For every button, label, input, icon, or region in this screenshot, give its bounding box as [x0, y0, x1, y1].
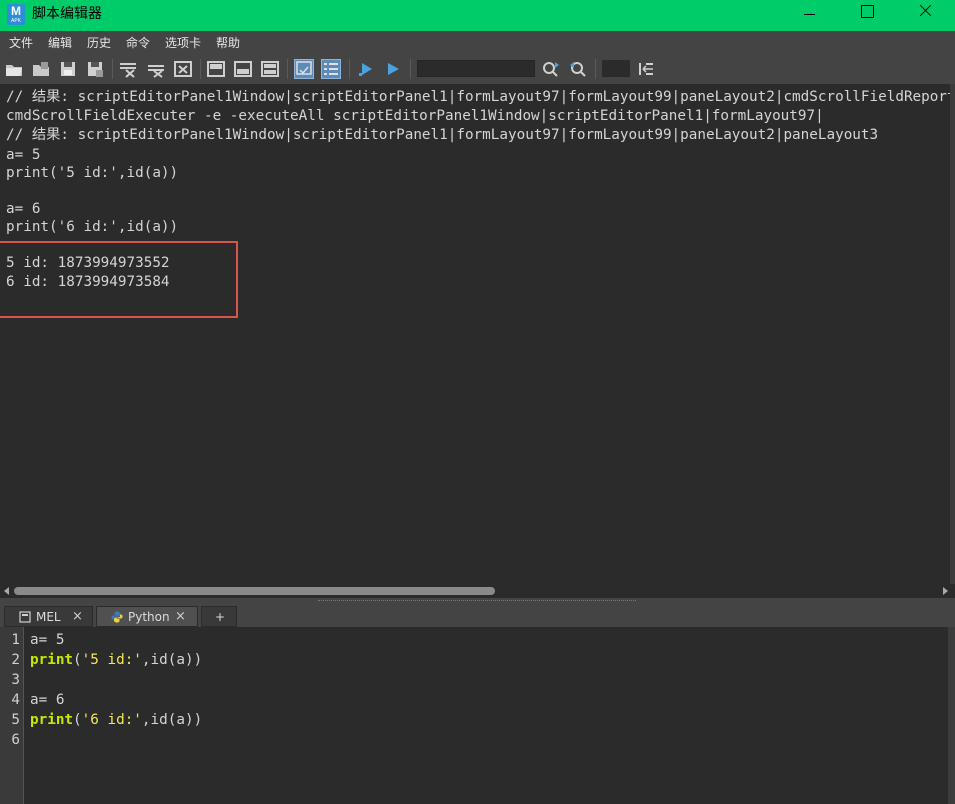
code-line-5: print('6 id:',id(a))	[30, 710, 202, 730]
history-line: print('5 id:',id(a))	[6, 165, 179, 181]
app-logo-icon: M APK	[7, 4, 25, 25]
line-number: 5	[11, 712, 20, 728]
line-number-gutter: 1 2 3 4 5 6	[0, 627, 24, 804]
code-text: (	[73, 652, 82, 668]
history-line: cmdScrollFieldExecuter -e -executeAll sc…	[6, 108, 824, 124]
maximize-button[interactable]	[843, 0, 891, 31]
save-script-icon[interactable]	[58, 59, 78, 79]
clear-history-icon[interactable]	[118, 59, 138, 79]
close-tab-mel-icon[interactable]: ×	[72, 609, 83, 625]
toolbar-separator	[410, 59, 411, 79]
toolbar	[0, 56, 955, 84]
script-input-editor[interactable]: 1 2 3 4 5 6 a= 5 print('5 id:',id(a)) a=…	[0, 627, 948, 804]
menu-help[interactable]: 帮助	[216, 36, 240, 50]
scrollbar-thumb[interactable]	[14, 587, 495, 595]
toolbar-separator	[112, 59, 113, 79]
add-tab-icon: +	[215, 610, 226, 624]
history-horizontal-scrollbar[interactable]	[0, 584, 955, 598]
close-button[interactable]	[901, 0, 949, 31]
code-keyword: print	[30, 652, 74, 668]
history-line: // 结果: scriptEditorPanel1Window|scriptEd…	[6, 127, 879, 143]
line-number: 4	[11, 692, 20, 708]
clear-all-icon[interactable]	[173, 59, 193, 79]
history-line: a= 5	[6, 147, 41, 163]
code-text: ,id(a))	[141, 652, 203, 668]
splitter-grip[interactable]	[318, 600, 636, 601]
search-input[interactable]	[417, 60, 535, 77]
goto-line-icon[interactable]	[636, 59, 656, 79]
editor-vertical-scrollbar[interactable]	[948, 627, 955, 804]
tab-python[interactable]: Python ×	[96, 606, 198, 627]
history-line: print('6 id:',id(a))	[6, 219, 179, 235]
code-text: a= 5	[30, 632, 65, 648]
line-number: 1	[11, 632, 20, 648]
toolbar-separator	[349, 59, 350, 79]
code-line-1: a= 5	[30, 630, 64, 650]
execute-all-icon[interactable]	[383, 59, 403, 79]
goto-line-field[interactable]	[602, 60, 630, 77]
history-panel[interactable]: // 结果: scriptEditorPanel1Window|scriptEd…	[0, 84, 950, 584]
toolbar-separator	[200, 59, 201, 79]
menu-edit[interactable]: 编辑	[48, 36, 72, 50]
toolbar-separator	[595, 59, 596, 79]
save-as-shelf-icon[interactable]	[85, 59, 105, 79]
code-text: ,id(a))	[141, 712, 203, 728]
line-number: 2	[11, 652, 20, 668]
code-line-4: a= 6	[30, 690, 64, 710]
add-tab-button[interactable]: +	[201, 606, 237, 627]
tab-mel-label: MEL	[36, 610, 61, 624]
show-input-icon[interactable]	[233, 59, 253, 79]
menu-bar: 文件 编辑 历史 命令 选项卡 帮助	[0, 31, 955, 56]
code-keyword: print	[30, 712, 74, 728]
history-vertical-scrollbar[interactable]	[950, 84, 955, 584]
menu-history[interactable]: 历史	[87, 36, 111, 50]
code-text: a= 6	[30, 692, 65, 708]
tab-mel[interactable]: MEL ×	[4, 606, 93, 627]
history-line: a= 6	[6, 201, 41, 217]
echo-commands-icon[interactable]	[294, 59, 314, 79]
search-forward-icon[interactable]	[541, 59, 561, 79]
menu-command[interactable]: 命令	[126, 36, 150, 50]
code-string: '5 id:'	[81, 652, 142, 668]
close-tab-python-icon[interactable]: ×	[175, 609, 186, 625]
tab-python-label: Python	[128, 610, 170, 624]
menu-tabs[interactable]: 选项卡	[165, 36, 201, 50]
title-bar: M APK 脚本编辑器	[0, 0, 955, 31]
toolbar-separator	[287, 59, 288, 79]
code-text: (	[73, 712, 82, 728]
app-icon-sub: APK	[10, 18, 21, 24]
mel-icon	[19, 611, 31, 623]
scroll-left-icon[interactable]	[4, 587, 9, 595]
code-line-2: print('5 id:',id(a))	[30, 650, 202, 670]
menu-file[interactable]: 文件	[9, 36, 33, 50]
line-numbers-icon[interactable]	[321, 59, 341, 79]
scroll-right-icon[interactable]	[943, 587, 948, 595]
code-string: '6 id:'	[81, 712, 142, 728]
show-both-icon[interactable]	[260, 59, 280, 79]
line-number: 6	[11, 732, 20, 748]
show-history-icon[interactable]	[206, 59, 226, 79]
open-script-icon[interactable]	[4, 59, 24, 79]
history-line: // 结果: scriptEditorPanel1Window|scriptEd…	[6, 89, 950, 105]
search-backward-icon[interactable]	[568, 59, 588, 79]
line-number: 3	[11, 672, 20, 688]
execute-selected-icon[interactable]	[356, 59, 376, 79]
minimize-button[interactable]	[785, 0, 833, 31]
source-script-icon[interactable]	[31, 59, 51, 79]
clear-input-icon[interactable]	[146, 59, 166, 79]
highlight-box	[0, 241, 238, 318]
tab-bar: MEL × Python × +	[0, 604, 955, 627]
window-title: 脚本编辑器	[32, 6, 102, 22]
app-icon-letter: M	[11, 4, 21, 18]
python-icon	[111, 611, 123, 623]
